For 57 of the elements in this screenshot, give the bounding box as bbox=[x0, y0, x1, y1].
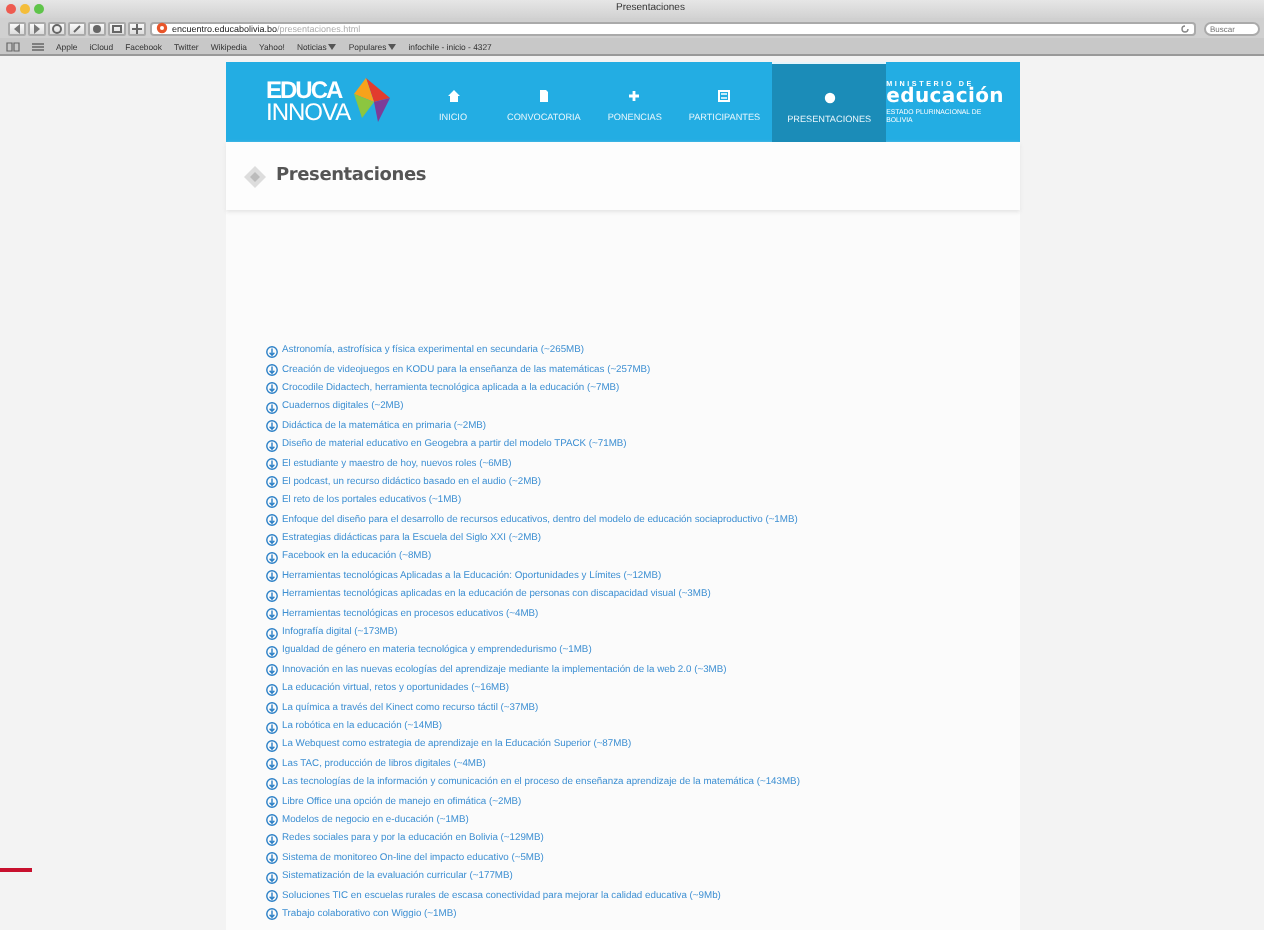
book-icon[interactable] bbox=[6, 41, 20, 51]
download-icon[interactable] bbox=[266, 533, 278, 546]
download-icon[interactable] bbox=[266, 439, 278, 452]
plus-icon bbox=[628, 90, 641, 102]
back-button[interactable] bbox=[8, 21, 26, 35]
toolbar-icon[interactable] bbox=[88, 21, 106, 35]
download-icon[interactable] bbox=[266, 814, 278, 827]
circle-icon bbox=[823, 91, 836, 103]
download-icon[interactable] bbox=[266, 627, 278, 640]
download-icon[interactable] bbox=[266, 420, 278, 433]
download-icon[interactable] bbox=[266, 645, 278, 658]
download-icon[interactable] bbox=[266, 551, 278, 564]
download-icon[interactable] bbox=[266, 664, 278, 677]
download-icon[interactable] bbox=[266, 345, 278, 358]
download-icon[interactable] bbox=[266, 739, 278, 752]
grid-icon[interactable] bbox=[32, 41, 44, 51]
toolbar-icon[interactable] bbox=[48, 21, 66, 35]
document-icon bbox=[537, 90, 550, 102]
download-icon[interactable] bbox=[266, 890, 278, 903]
page-heading: Presentaciones bbox=[276, 166, 427, 186]
logo-text: EDUCA bbox=[266, 80, 343, 102]
add-button[interactable] bbox=[128, 21, 146, 35]
reload-icon[interactable] bbox=[1180, 23, 1190, 33]
download-icon[interactable] bbox=[266, 514, 278, 527]
download-icon[interactable] bbox=[266, 382, 278, 395]
download-icon[interactable] bbox=[266, 608, 278, 621]
download-icon[interactable] bbox=[266, 777, 278, 790]
site-icon bbox=[156, 22, 168, 34]
home-icon bbox=[447, 90, 460, 102]
download-icon[interactable] bbox=[266, 495, 278, 508]
download-icon[interactable] bbox=[266, 589, 278, 602]
download-icon[interactable] bbox=[266, 401, 278, 414]
logo-icon bbox=[350, 78, 390, 122]
download-icon[interactable] bbox=[266, 570, 278, 583]
list-icon bbox=[718, 90, 731, 102]
download-icon[interactable] bbox=[266, 364, 278, 377]
download-icon[interactable] bbox=[266, 458, 278, 471]
close-button[interactable] bbox=[6, 4, 16, 14]
download-icon[interactable] bbox=[266, 833, 278, 846]
diamond-icon bbox=[244, 165, 266, 187]
toolbar-icon[interactable] bbox=[68, 21, 86, 35]
download-icon[interactable] bbox=[266, 796, 278, 809]
download-icon[interactable] bbox=[266, 852, 278, 865]
download-icon[interactable] bbox=[266, 702, 278, 715]
download-icon[interactable] bbox=[266, 758, 278, 771]
edge-mark bbox=[0, 868, 32, 871]
toolbar-icon[interactable] bbox=[108, 21, 126, 35]
download-icon[interactable] bbox=[266, 871, 278, 884]
caret-icon[interactable] bbox=[388, 43, 397, 49]
ministry-logo-text: educación bbox=[886, 88, 1004, 108]
download-icon[interactable] bbox=[266, 721, 278, 733]
download-icon[interactable] bbox=[266, 683, 278, 696]
download-icon[interactable] bbox=[266, 908, 278, 921]
caret-icon[interactable] bbox=[328, 43, 337, 49]
download-icon[interactable] bbox=[266, 476, 278, 489]
logo-text: INNOVA bbox=[266, 102, 353, 124]
forward-button[interactable] bbox=[28, 21, 46, 35]
